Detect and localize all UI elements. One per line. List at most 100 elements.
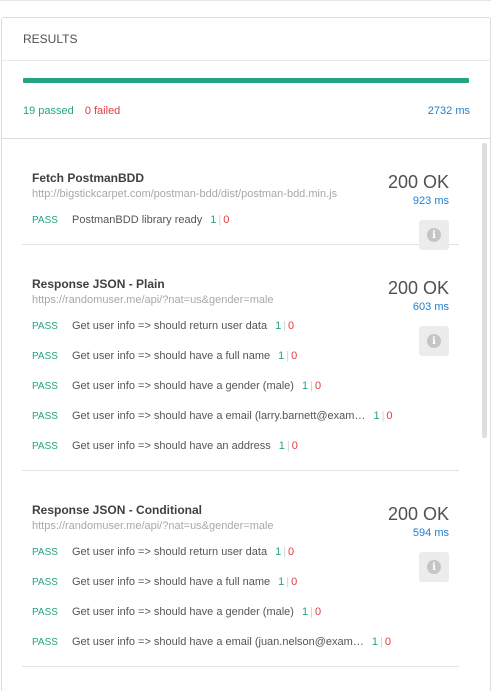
- count-separator: |: [286, 576, 290, 588]
- response-time: 923 ms: [412, 195, 449, 207]
- test-pass-count: 1: [278, 440, 285, 452]
- test-counts: 1 | 0: [275, 546, 294, 558]
- progress-bar: [23, 78, 469, 83]
- request-url: https://randomuser.me/api/?nat=us&gender…: [32, 294, 274, 306]
- test-result-badge: PASS: [32, 547, 58, 558]
- test-counts: 1 | 0: [372, 636, 391, 648]
- test-result-badge: PASS: [32, 441, 58, 452]
- test-row: PASS Get user info => should have a email…: [32, 627, 459, 657]
- test-row: PASS Get user info => should have a full …: [32, 567, 459, 597]
- count-separator: |: [310, 606, 313, 618]
- test-fail-count: 0: [288, 546, 295, 558]
- test-counts: 1 | 0: [302, 606, 321, 618]
- test-row: PASS Get user info => should have a email…: [32, 401, 459, 431]
- test-pass-count: 1: [278, 576, 285, 588]
- request-name[interactable]: Response JSON - Plain: [32, 277, 165, 291]
- request-name[interactable]: Fetch PostmanBDD: [32, 171, 144, 185]
- results-summary: 19 passed 0 failed 2732 ms: [23, 105, 470, 117]
- test-name: Get user info => should return user data: [72, 320, 268, 332]
- response-time: 594 ms: [412, 527, 449, 539]
- test-pass-count: 1: [301, 380, 309, 392]
- test-list: PASS PostmanBDD library ready 1 | 0: [22, 205, 459, 235]
- test-result-badge: PASS: [32, 637, 58, 648]
- test-counts: 1 | 0: [373, 410, 392, 422]
- test-pass-count: 1: [210, 214, 217, 226]
- test-row: PASS Get user info => should return user …: [32, 311, 459, 341]
- test-counts: 1 | 0: [210, 214, 229, 226]
- request-result: Response JSON - Plain https://randomuser.…: [22, 245, 459, 471]
- results-header: RESULTS 19 passed 0 failed 2732 ms: [2, 18, 490, 139]
- request-list[interactable]: Fetch PostmanBDD http://bigstickcarpet.co…: [2, 139, 490, 691]
- test-fail-count: 0: [223, 214, 230, 226]
- test-counts: 1 | 0: [279, 440, 298, 452]
- test-fail-count: 0: [291, 440, 298, 452]
- request-result: Fetch PostmanBDD http://bigstickcarpet.co…: [22, 139, 459, 250]
- test-fail-count: 0: [314, 606, 322, 618]
- info-button[interactable]: i: [419, 552, 449, 582]
- test-name: Get user info => should have an address: [72, 440, 271, 452]
- test-pass-count: 1: [275, 320, 282, 332]
- test-fail-count: 0: [291, 576, 298, 588]
- top-divider: [0, 0, 491, 1]
- test-pass-count: 1: [275, 546, 282, 558]
- test-result-badge: PASS: [32, 215, 58, 226]
- test-result-badge: PASS: [32, 607, 58, 618]
- response-status: 200 OK: [387, 504, 449, 524]
- test-result-badge: PASS: [32, 411, 58, 422]
- test-result-badge: PASS: [32, 351, 58, 362]
- total-time: 2732 ms: [427, 105, 470, 117]
- test-pass-count: 1: [373, 410, 380, 422]
- count-separator: |: [381, 410, 385, 422]
- response-status: 200 OK: [387, 172, 449, 192]
- scrollbar-thumb[interactable]: [482, 143, 487, 438]
- test-row: PASS Get user info => should return user …: [32, 537, 459, 567]
- test-fail-count: 0: [314, 380, 322, 392]
- progress-fill: [23, 78, 469, 83]
- test-counts: 1 | 0: [278, 576, 297, 588]
- request-result: Response JSON - Conditional https://rando…: [22, 471, 459, 667]
- count-separator: |: [379, 636, 383, 648]
- test-counts: 1 | 0: [302, 380, 321, 392]
- test-fail-count: 0: [288, 320, 295, 332]
- request-name[interactable]: Response JSON - Conditional: [32, 503, 202, 517]
- test-name: PostmanBDD library ready: [72, 214, 203, 226]
- test-counts: 1 | 0: [275, 320, 294, 332]
- test-result-badge: PASS: [32, 321, 58, 332]
- test-row: PASS Get user info => should have a full …: [32, 341, 459, 371]
- count-separator: |: [286, 440, 290, 452]
- info-icon: i: [427, 228, 441, 242]
- count-separator: |: [283, 320, 287, 332]
- test-name: Get user info => should have a gender (m…: [72, 380, 294, 392]
- test-name: Get user info => should have a email (ju…: [72, 636, 364, 648]
- test-row: PASS PostmanBDD library ready 1 | 0: [32, 205, 459, 235]
- test-result-badge: PASS: [32, 577, 58, 588]
- test-pass-count: 1: [301, 606, 309, 618]
- failed-count: 0 failed: [84, 105, 121, 117]
- info-icon: i: [427, 560, 441, 574]
- info-button[interactable]: i: [419, 326, 449, 356]
- results-title: RESULTS: [23, 32, 78, 46]
- count-separator: |: [310, 380, 313, 392]
- results-panel: RESULTS 19 passed 0 failed 2732 ms Fetch…: [1, 17, 491, 691]
- count-separator: |: [286, 350, 290, 362]
- test-result-badge: PASS: [32, 381, 58, 392]
- test-name: Get user info => should have a full name: [72, 350, 271, 362]
- response-status: 200 OK: [387, 278, 449, 298]
- header-divider: [2, 60, 490, 61]
- test-name: Get user info => should return user data: [72, 546, 268, 558]
- passed-count: 19 passed: [23, 105, 74, 117]
- response-time: 603 ms: [412, 301, 449, 313]
- request-url: https://randomuser.me/api/?nat=us&gender…: [32, 520, 274, 532]
- test-name: Get user info => should have a gender (m…: [72, 606, 294, 618]
- count-separator: |: [218, 214, 222, 226]
- test-row: PASS Get user info => should have an addr…: [32, 431, 459, 461]
- test-list: PASS Get user info => should return user …: [22, 311, 459, 461]
- test-fail-count: 0: [384, 636, 391, 648]
- test-name: Get user info => should have a email (la…: [72, 410, 366, 422]
- test-row: PASS Get user info => should have a gende…: [32, 371, 459, 401]
- test-pass-count: 1: [371, 636, 378, 648]
- test-fail-count: 0: [291, 350, 298, 362]
- count-separator: |: [283, 546, 287, 558]
- info-icon: i: [427, 334, 441, 348]
- request-url: http://bigstickcarpet.com/postman-bdd/di…: [32, 188, 338, 200]
